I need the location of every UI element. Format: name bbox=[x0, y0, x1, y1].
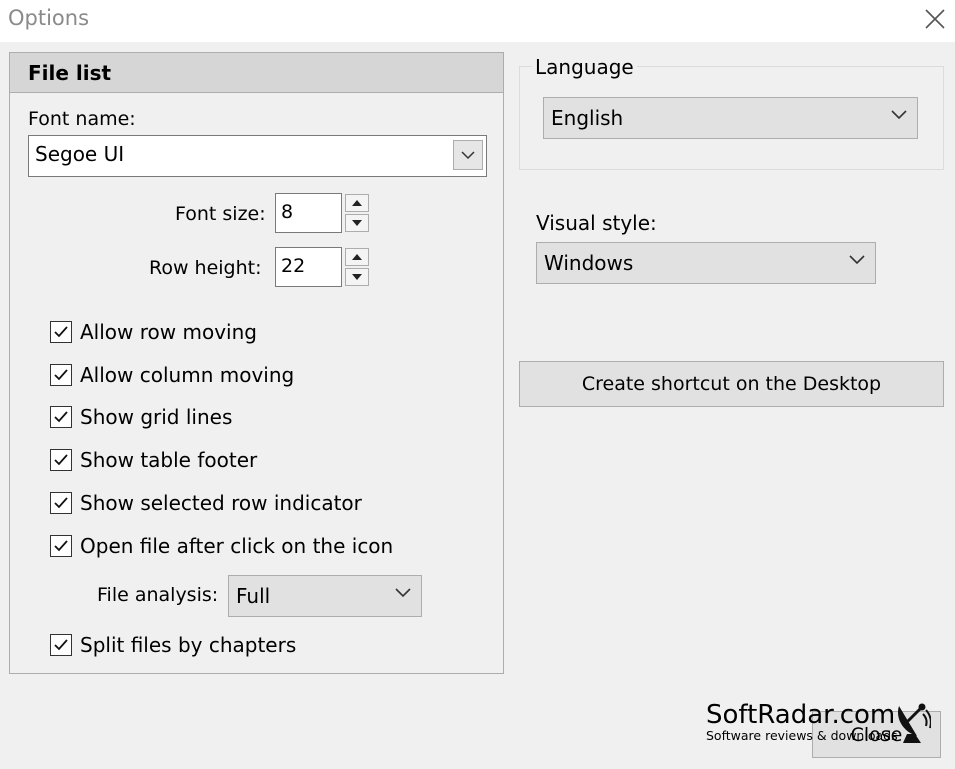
close-icon bbox=[925, 9, 945, 29]
visual-style-dropdown[interactable]: Windows bbox=[536, 242, 876, 284]
checkmark-icon bbox=[54, 540, 68, 552]
file-list-title: File list bbox=[28, 61, 112, 85]
row-height-input[interactable]: 22 bbox=[275, 247, 342, 287]
font-name-value: Segoe UI bbox=[35, 142, 125, 166]
arrow-down-icon bbox=[352, 220, 362, 226]
checkbox-label: Split files by chapters bbox=[80, 633, 297, 657]
chevron-down-icon bbox=[891, 110, 907, 120]
file-analysis-dropdown[interactable]: Full bbox=[228, 575, 422, 617]
arrow-down-icon bbox=[352, 274, 362, 280]
checkbox-box[interactable] bbox=[50, 535, 72, 557]
arrow-up-icon bbox=[352, 254, 362, 260]
checkbox-box[interactable] bbox=[50, 449, 72, 471]
checkbox-box[interactable] bbox=[50, 634, 72, 656]
checkbox-open-file-after-click[interactable]: Open file after click on the icon bbox=[50, 533, 393, 559]
language-dropdown[interactable]: English bbox=[543, 97, 918, 139]
checkbox-show-table-footer[interactable]: Show table footer bbox=[50, 447, 257, 473]
watermark-tagline: Software reviews & downloads bbox=[706, 728, 898, 743]
language-legend: Language bbox=[532, 55, 637, 79]
row-height-value: 22 bbox=[281, 255, 306, 277]
visual-style-value: Windows bbox=[544, 251, 634, 275]
checkbox-box[interactable] bbox=[50, 321, 72, 343]
checkmark-icon bbox=[54, 497, 68, 509]
arrow-up-icon bbox=[352, 200, 362, 206]
visual-style-label: Visual style: bbox=[536, 211, 657, 235]
font-size-label: Font size: bbox=[175, 203, 266, 225]
checkbox-box[interactable] bbox=[50, 492, 72, 514]
row-height-up-button[interactable] bbox=[345, 248, 369, 266]
title-bar: Options bbox=[0, 0, 955, 42]
checkmark-icon bbox=[54, 639, 68, 651]
checkbox-label: Open file after click on the icon bbox=[80, 534, 394, 558]
checkbox-box[interactable] bbox=[50, 406, 72, 428]
softradar-watermark: SoftRadar.com Software reviews & downloa… bbox=[706, 700, 898, 743]
checkmark-icon bbox=[54, 369, 68, 381]
file-analysis-label: File analysis: bbox=[97, 584, 219, 606]
checkbox-label: Show grid lines bbox=[80, 405, 233, 429]
checkbox-box[interactable] bbox=[50, 364, 72, 386]
font-name-dropdown-button[interactable] bbox=[453, 140, 483, 170]
window-close-button[interactable] bbox=[918, 4, 952, 34]
chevron-down-icon bbox=[849, 255, 865, 265]
checkbox-split-files-by-chapters[interactable]: Split files by chapters bbox=[50, 632, 296, 658]
checkmark-icon bbox=[54, 454, 68, 466]
checkbox-allow-column-moving[interactable]: Allow column moving bbox=[50, 362, 294, 388]
satellite-dish-icon bbox=[897, 703, 931, 743]
checkbox-label: Allow row moving bbox=[80, 320, 257, 344]
checkbox-label: Show selected row indicator bbox=[80, 491, 362, 515]
checkbox-label: Allow column moving bbox=[80, 363, 295, 387]
chevron-down-icon bbox=[461, 150, 475, 159]
checkmark-icon bbox=[54, 326, 68, 338]
file-list-header: File list bbox=[10, 53, 503, 93]
font-name-combobox[interactable]: Segoe UI bbox=[28, 135, 487, 177]
create-shortcut-button[interactable]: Create shortcut on the Desktop bbox=[519, 361, 944, 407]
font-size-input[interactable]: 8 bbox=[275, 193, 342, 233]
window-title: Options bbox=[8, 6, 90, 30]
font-size-up-button[interactable] bbox=[345, 194, 369, 212]
watermark-brand: SoftRadar.com bbox=[706, 700, 896, 730]
chevron-down-icon bbox=[395, 588, 411, 598]
font-size-down-button[interactable] bbox=[345, 214, 369, 232]
language-value: English bbox=[551, 106, 624, 130]
checkbox-show-grid-lines[interactable]: Show grid lines bbox=[50, 404, 232, 430]
checkbox-show-selected-row-indicator[interactable]: Show selected row indicator bbox=[50, 490, 362, 516]
file-analysis-value: Full bbox=[236, 584, 271, 608]
checkmark-icon bbox=[54, 411, 68, 423]
checkbox-allow-row-moving[interactable]: Allow row moving bbox=[50, 319, 257, 345]
font-name-label: Font name: bbox=[28, 108, 136, 130]
font-size-value: 8 bbox=[281, 201, 294, 223]
checkbox-label: Show table footer bbox=[80, 448, 258, 472]
row-height-down-button[interactable] bbox=[345, 268, 369, 286]
row-height-label: Row height: bbox=[149, 257, 262, 279]
